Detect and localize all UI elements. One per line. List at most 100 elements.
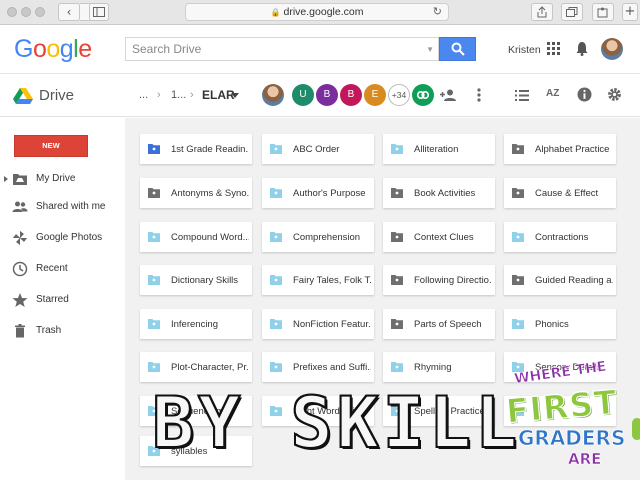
more-collaborators-badge[interactable]: +34	[388, 84, 410, 106]
folder-name: Parts of Speech	[414, 319, 482, 330]
folder-card[interactable]: Following Directio...	[383, 265, 495, 295]
google-header: Google ▼ Kristen	[0, 26, 640, 74]
folder-card[interactable]: 1st Grade Readin...	[140, 134, 252, 164]
address-bar[interactable]: 🔒 drive.google.com ↻	[185, 3, 449, 21]
notifications-bell-icon[interactable]	[576, 41, 588, 56]
new-tab-button[interactable]: +	[622, 3, 638, 21]
owner-avatar[interactable]	[262, 84, 284, 106]
sidebar-item-starred[interactable]: Starred	[0, 289, 125, 311]
shared-link-button[interactable]	[412, 84, 434, 106]
folder-name: Inferencing	[171, 319, 219, 330]
search-input[interactable]	[126, 38, 416, 60]
search-icon	[451, 42, 465, 56]
folder-icon	[391, 188, 403, 198]
list-view-icon[interactable]	[515, 90, 529, 101]
search-button[interactable]	[439, 37, 476, 61]
folder-card[interactable]: Dictionary Skills	[140, 265, 252, 295]
folder-card[interactable]: Contractions	[504, 222, 616, 252]
more-options-icon[interactable]	[477, 88, 481, 102]
folder-card[interactable]: Cause & Effect	[504, 178, 616, 208]
folder-icon	[391, 275, 403, 285]
folder-icon	[391, 319, 403, 329]
breadcrumb-current-folder[interactable]: ELAR	[202, 88, 235, 102]
folder-card[interactable]: Author's Purpose	[262, 178, 374, 208]
settings-gear-icon[interactable]	[607, 87, 622, 102]
drive-app-name[interactable]: Drive	[39, 87, 74, 104]
folder-card[interactable]: Parts of Speech	[383, 309, 495, 339]
folder-card[interactable]: Rhyming	[383, 352, 495, 382]
folder-card[interactable]: Fairy Tales, Folk T...	[262, 265, 374, 295]
badge-graders: GRADERS	[518, 426, 626, 450]
folder-card[interactable]: NonFiction Featur...	[262, 309, 374, 339]
reload-icon[interactable]: ↻	[433, 4, 442, 21]
drive-logo-icon[interactable]	[13, 88, 33, 105]
folder-icon	[391, 144, 403, 154]
sidebar-item-shared-with-me[interactable]: Shared with me	[0, 196, 125, 218]
badge-are: ARE	[568, 450, 602, 468]
folder-name: Context Clues	[414, 232, 474, 243]
sidebar-item-google-photos[interactable]: Google Photos	[0, 227, 125, 249]
back-button[interactable]: ‹	[58, 3, 80, 21]
folder-icon	[512, 232, 524, 242]
breadcrumb-folder[interactable]: 1...	[171, 89, 186, 101]
folder-card[interactable]: Compound Word...	[140, 222, 252, 252]
folder-icon	[512, 144, 524, 154]
folder-card[interactable]: Alliteration	[383, 134, 495, 164]
folder-name: Prefixes and Suffi...	[293, 362, 371, 373]
folder-icon	[148, 319, 160, 329]
account-avatar[interactable]	[601, 38, 623, 60]
folder-menu-caret-icon[interactable]	[231, 93, 239, 98]
share-button[interactable]	[531, 3, 553, 21]
minimize-window-button[interactable]	[21, 7, 31, 17]
folder-name: Contractions	[535, 232, 589, 243]
expand-caret-icon[interactable]	[4, 176, 8, 182]
folder-icon	[270, 188, 282, 198]
apps-grid-icon[interactable]	[547, 42, 560, 55]
info-icon[interactable]	[577, 87, 592, 102]
breadcrumb-ellipsis[interactable]: ...	[139, 89, 148, 101]
share-icon	[537, 6, 547, 18]
search-options-icon[interactable]: ▼	[426, 45, 434, 54]
badge-green-swirl	[632, 418, 640, 440]
sidebar-item-my-drive[interactable]: My Drive	[0, 168, 125, 190]
badge-where-the: WHERE THE	[513, 358, 608, 388]
tabs-overview-button[interactable]	[561, 3, 583, 21]
folder-card[interactable]: Plot-Character, Pr...	[140, 352, 252, 382]
folder-card[interactable]: Book Activities	[383, 178, 495, 208]
url-text: drive.google.com	[283, 6, 364, 18]
folder-name: Compound Word...	[171, 232, 249, 243]
close-window-button[interactable]	[7, 7, 17, 17]
folder-card[interactable]: Guided Reading a...	[504, 265, 616, 295]
folder-card[interactable]: Phonics	[504, 309, 616, 339]
sidebar-item-recent[interactable]: Recent	[0, 258, 125, 280]
drive-folder-icon	[13, 174, 27, 185]
add-person-icon[interactable]	[440, 89, 456, 101]
collaborator-avatar[interactable]: E	[364, 84, 386, 106]
sidebar-icon	[93, 7, 105, 17]
extensions-button[interactable]	[592, 3, 614, 21]
folder-card[interactable]: ABC Order	[262, 134, 374, 164]
folder-icon	[148, 188, 160, 198]
zoom-window-button[interactable]	[35, 7, 45, 17]
sidebar-toggle-button[interactable]	[89, 3, 109, 21]
folder-card[interactable]: Context Clues	[383, 222, 495, 252]
folder-card[interactable]: Prefixes and Suffi...	[262, 352, 374, 382]
folder-card[interactable]: Inferencing	[140, 309, 252, 339]
folder-name: Author's Purpose	[293, 188, 366, 199]
sort-az-icon[interactable]: AZ	[546, 88, 559, 99]
new-button[interactable]: NEW	[14, 135, 88, 157]
folder-icon	[270, 275, 282, 285]
collaborator-avatar[interactable]: U	[292, 84, 314, 106]
sidebar-item-trash[interactable]: Trash	[0, 320, 125, 342]
sidebar-item-label: Trash	[36, 325, 62, 336]
collaborator-avatar[interactable]: B	[340, 84, 362, 106]
google-logo[interactable]: Google	[14, 35, 92, 64]
folder-card[interactable]: Comprehension	[262, 222, 374, 252]
folder-card[interactable]: Alphabet Practice ...	[504, 134, 616, 164]
user-name[interactable]: Kristen	[508, 44, 541, 56]
collaborator-avatar[interactable]: B	[316, 84, 338, 106]
sidebar: NEW My Drive Shared with me Google Photo…	[0, 118, 125, 480]
star-icon	[12, 293, 28, 307]
by-skill-overlay-title: BY SKILL	[151, 382, 522, 464]
folder-card[interactable]: Antonyms & Syno...	[140, 178, 252, 208]
